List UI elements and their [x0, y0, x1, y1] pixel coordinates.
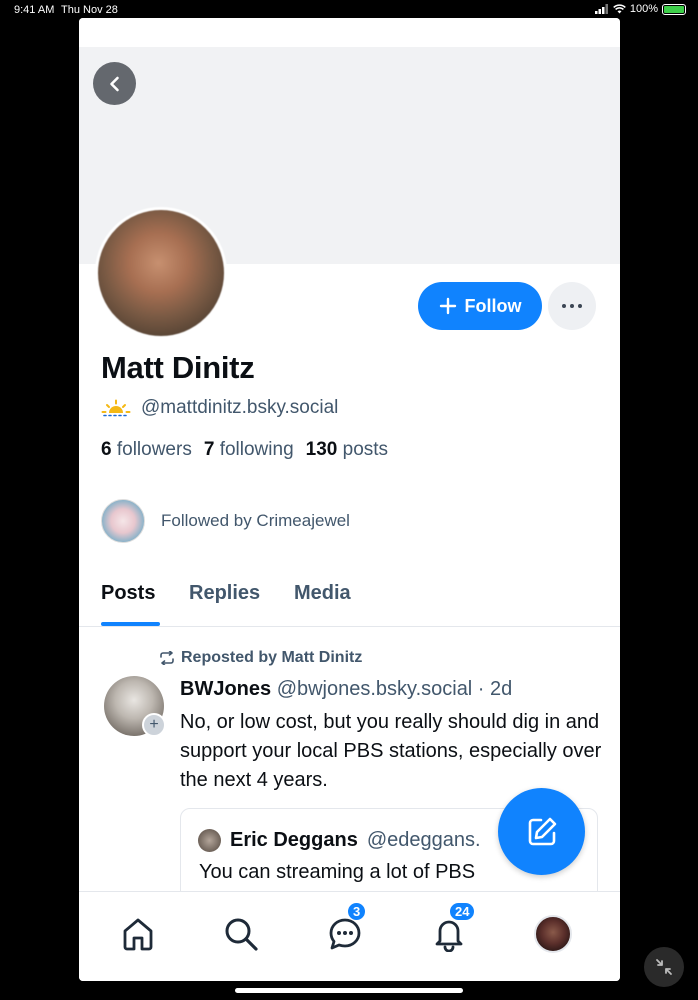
nav-notifications[interactable]: 24 — [427, 902, 476, 956]
battery-fill — [664, 5, 684, 13]
plus-icon — [439, 297, 456, 315]
active-tab-indicator — [101, 622, 160, 626]
nav-search[interactable] — [219, 912, 263, 956]
follow-button-label: Follow — [464, 295, 522, 316]
status-time: 9:41 AM — [14, 4, 55, 16]
status-indicators: 100% — [594, 3, 686, 15]
ellipsis-icon — [562, 304, 566, 308]
chevron-left-icon — [109, 76, 119, 91]
quoted-post-text: You can streaming a lot of PBS — [199, 861, 476, 883]
post-header: BWJones @bwjones.bsky.social · 2d — [180, 678, 512, 701]
follower-avatar — [101, 499, 145, 543]
follow-author-badge[interactable]: + — [142, 713, 166, 737]
tab-posts[interactable]: Posts — [101, 582, 155, 605]
battery-percent: 100% — [629, 3, 658, 15]
tab-media[interactable]: Media — [294, 582, 351, 605]
posts-stat: 130 posts — [306, 439, 388, 461]
bell-icon — [435, 920, 463, 952]
profile-stats: 6 followers 7 following 130 posts — [101, 439, 388, 461]
notifications-badge: 24 — [449, 902, 476, 921]
window-top-strip — [79, 18, 620, 47]
home-indicator[interactable] — [235, 988, 463, 993]
post-text: No, or low cost, but you really should d… — [180, 711, 602, 791]
status-bar: 9:41 AM Thu Nov 28 100% — [0, 0, 698, 20]
repost-label: Reposted by Matt Dinitz — [181, 649, 363, 666]
profile-tabs: Posts Replies Media — [79, 578, 620, 627]
wifi-icon — [613, 4, 626, 14]
followers-label: followers — [116, 439, 192, 460]
profile-handle[interactable]: @mattdinitz.bsky.social — [141, 397, 338, 419]
app-window: Follow Matt Dinitz @mattdinitz.bsky.soci… — [79, 18, 620, 981]
posts-count: 130 — [305, 439, 338, 460]
post-author-handle[interactable]: @bwjones.bsky.social · 2d — [277, 678, 513, 700]
quoted-author-name: Eric Deggans — [230, 829, 358, 851]
profile-handle-row: @mattdinitz.bsky.social — [101, 397, 338, 419]
user-avatar — [534, 915, 572, 953]
compose-icon — [528, 817, 556, 845]
nav-chat[interactable]: 3 — [323, 902, 367, 956]
quoted-post-header: Eric Deggans @edeggans. — [198, 829, 481, 852]
status-date: Thu Nov 28 — [61, 4, 118, 16]
following-count: 7 — [203, 439, 215, 460]
bottom-nav: 3 24 — [79, 891, 620, 981]
back-button[interactable] — [93, 62, 136, 105]
quoted-author-handle: @edeggans. — [366, 829, 481, 851]
chat-icon — [329, 918, 361, 950]
compose-post-button[interactable] — [498, 788, 585, 875]
followers-count: 6 — [101, 439, 112, 460]
nav-home[interactable] — [116, 912, 160, 956]
battery-icon — [662, 3, 686, 15]
followed-by-text: Followed by Crimeajewel — [161, 511, 350, 530]
tab-replies[interactable]: Replies — [189, 582, 260, 605]
profile-avatar[interactable] — [95, 207, 227, 339]
nav-profile[interactable] — [531, 912, 575, 956]
quoted-author-avatar — [198, 829, 221, 852]
following-stat[interactable]: 7 following — [204, 439, 294, 461]
chat-badge: 3 — [347, 902, 367, 921]
post-author-name[interactable]: BWJones — [180, 678, 271, 700]
ellipsis-dot — [570, 304, 574, 308]
minimize-arrows-icon — [656, 959, 672, 975]
sunrise-icon — [101, 399, 131, 417]
posts-label: posts — [342, 439, 389, 460]
followers-stat[interactable]: 6 followers — [101, 439, 192, 461]
shrink-window-button[interactable] — [644, 947, 684, 987]
follow-button[interactable]: Follow — [418, 282, 542, 330]
profile-display-name: Matt Dinitz — [101, 350, 255, 385]
more-options-button[interactable] — [548, 282, 596, 330]
search-icon — [225, 918, 258, 951]
signal-icon — [594, 4, 608, 14]
home-icon — [123, 918, 153, 951]
ellipsis-dot — [578, 304, 582, 308]
followed-by-row[interactable]: Followed by Crimeajewel — [101, 499, 350, 543]
following-label: following — [219, 439, 294, 460]
repost-indicator[interactable]: Reposted by Matt Dinitz — [159, 649, 362, 667]
repost-icon — [160, 651, 174, 665]
